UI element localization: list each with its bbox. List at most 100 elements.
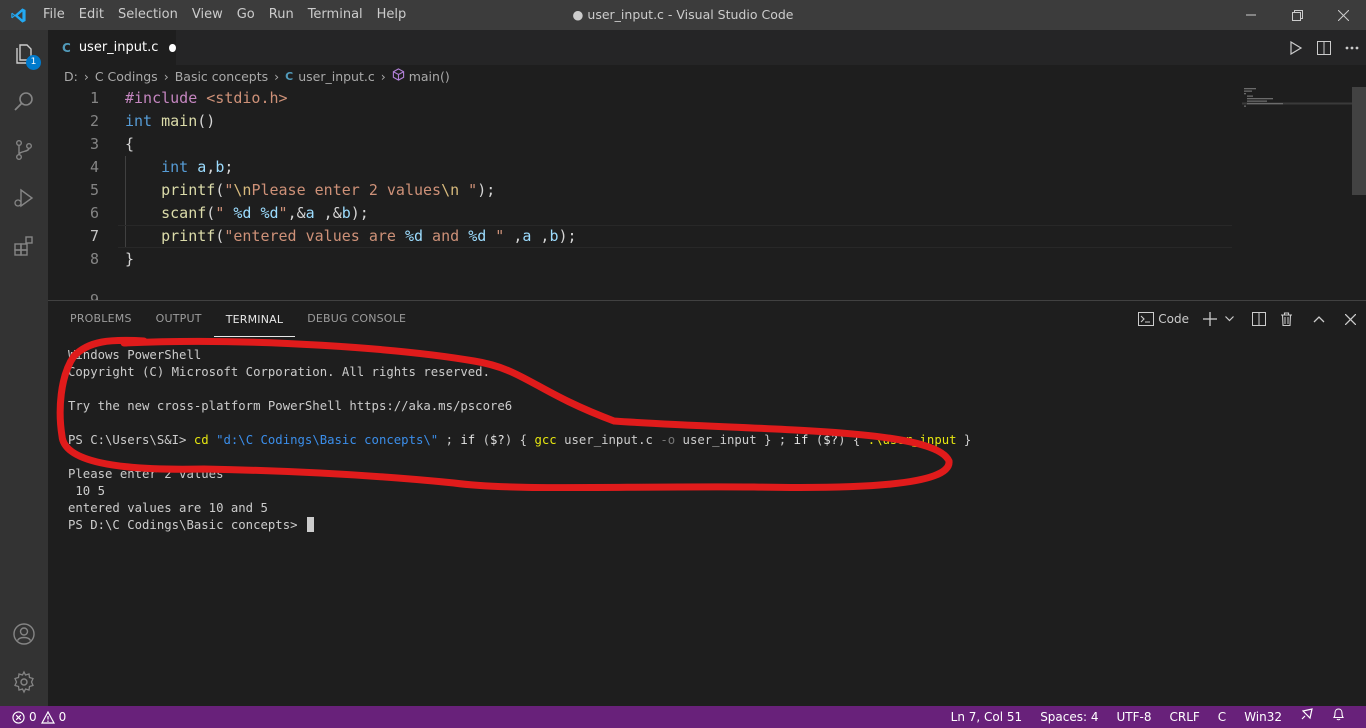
tab-problems[interactable]: PROBLEMS bbox=[58, 301, 144, 337]
breadcrumb-symbol[interactable]: main() bbox=[409, 69, 450, 84]
c-file-icon: C bbox=[62, 40, 71, 55]
terminal-prompt: PS C:\Users\S&I> bbox=[68, 433, 194, 447]
notifications-button[interactable] bbox=[1323, 706, 1354, 728]
breadcrumb-subfolder[interactable]: Basic concepts bbox=[175, 69, 268, 84]
menu-file[interactable]: File bbox=[36, 0, 72, 30]
terminal-icon bbox=[1138, 312, 1155, 326]
code-line[interactable]: 6 scanf(" %d %d",&a ,&b); bbox=[48, 202, 1238, 225]
editor-actions bbox=[1282, 30, 1366, 65]
breadcrumb-file[interactable]: user_input.c bbox=[298, 69, 375, 84]
terminal-prompt-line: PS D:\C Codings\Basic concepts> bbox=[68, 517, 971, 534]
code-text: printf("entered values are %d and %d " ,… bbox=[161, 227, 577, 245]
restore-button[interactable] bbox=[1274, 0, 1320, 30]
run-code-button[interactable] bbox=[1282, 30, 1310, 65]
c-configuration[interactable]: Win32 bbox=[1235, 706, 1291, 728]
language-mode[interactable]: C bbox=[1209, 706, 1235, 728]
terminal-command-line: PS C:\Users\S&I> cd "d:\C Codings\Basic … bbox=[68, 433, 972, 447]
code-text: scanf(" %d %d",&a ,&b); bbox=[161, 204, 369, 222]
minimap[interactable] bbox=[1242, 87, 1352, 300]
unsaved-dot-icon[interactable] bbox=[169, 43, 176, 52]
terminal-line: Windows PowerShell bbox=[68, 348, 202, 362]
terminal-line: Please enter 2 values bbox=[68, 467, 224, 481]
line-number: 9 bbox=[89, 291, 99, 300]
file-encoding[interactable]: UTF-8 bbox=[1108, 706, 1161, 728]
terminal-dropdown-button[interactable] bbox=[1221, 301, 1238, 337]
cursor-position[interactable]: Ln 7, Col 51 bbox=[942, 706, 1032, 728]
new-terminal-button[interactable] bbox=[1199, 301, 1221, 337]
code-line[interactable]: 2 int main() bbox=[48, 110, 1238, 133]
menu-go[interactable]: Go bbox=[230, 0, 262, 30]
code-text: int main() bbox=[125, 112, 216, 130]
menu-selection[interactable]: Selection bbox=[111, 0, 185, 30]
close-window-button[interactable] bbox=[1320, 0, 1366, 30]
code-editor[interactable]: 1 #include <stdio.h> 2 int main() 3 { 4 … bbox=[48, 87, 1366, 300]
kill-terminal-button[interactable] bbox=[1276, 301, 1297, 337]
tab-output[interactable]: OUTPUT bbox=[144, 301, 214, 337]
minimize-button[interactable] bbox=[1228, 0, 1274, 30]
tab-user-input-c[interactable]: C user_input.c bbox=[48, 30, 176, 65]
code-line[interactable]: 5 printf("\nPlease enter 2 values\n "); bbox=[48, 179, 1238, 202]
search-icon bbox=[14, 92, 33, 111]
vscode-window: File Edit Selection View Go Run Terminal… bbox=[0, 0, 1366, 728]
source-control-button[interactable] bbox=[0, 126, 48, 174]
close-icon bbox=[1337, 9, 1349, 21]
status-bar: 0 0 Ln 7, Col 51 Spaces: 4 UTF-8 CRLF C … bbox=[0, 706, 1366, 728]
menu-view[interactable]: View bbox=[185, 0, 230, 30]
menu-terminal[interactable]: Terminal bbox=[301, 0, 370, 30]
accounts-button[interactable] bbox=[0, 610, 48, 658]
extensions-button[interactable] bbox=[0, 222, 48, 270]
error-count: 0 bbox=[29, 710, 37, 724]
search-button[interactable] bbox=[0, 78, 48, 126]
code-line[interactable]: 4 int a,b; bbox=[48, 156, 1238, 179]
code-text: int a,b; bbox=[161, 158, 234, 176]
indentation[interactable]: Spaces: 4 bbox=[1031, 706, 1107, 728]
bottom-panel: PROBLEMS OUTPUT TERMINAL DEBUG CONSOLE C… bbox=[48, 300, 1366, 706]
trash-icon bbox=[1281, 312, 1292, 326]
terminal-output[interactable]: Windows PowerShell Copyright (C) Microso… bbox=[68, 347, 971, 534]
code-line[interactable]: 3 { bbox=[48, 133, 1238, 156]
account-icon bbox=[13, 623, 35, 645]
more-actions-button[interactable] bbox=[1338, 30, 1366, 65]
problems-status[interactable]: 0 0 bbox=[12, 706, 66, 728]
explorer-button[interactable]: 1 bbox=[0, 30, 48, 78]
breadcrumb-folder[interactable]: C Codings bbox=[95, 69, 158, 84]
panel-tabs: PROBLEMS OUTPUT TERMINAL DEBUG CONSOLE bbox=[48, 301, 418, 337]
maximize-panel-button[interactable] bbox=[1309, 301, 1329, 337]
terminal-selector[interactable]: Code bbox=[1134, 301, 1193, 337]
play-icon bbox=[1290, 40, 1303, 55]
chevron-up-icon bbox=[1313, 316, 1325, 323]
editor-scrollbar[interactable] bbox=[1352, 87, 1366, 195]
code-line[interactable]: 1 #include <stdio.h> bbox=[48, 87, 1238, 110]
code-line[interactable]: 9 bbox=[48, 289, 1238, 300]
breadcrumb-drive[interactable]: D: bbox=[64, 69, 78, 84]
symbol-method-icon bbox=[392, 68, 405, 84]
split-editor-button[interactable] bbox=[1310, 30, 1338, 65]
run-debug-button[interactable] bbox=[0, 174, 48, 222]
line-number: 8 bbox=[89, 250, 99, 268]
menu-edit[interactable]: Edit bbox=[72, 0, 111, 30]
activity-bar: 1 bbox=[0, 30, 48, 706]
terminal-line: 10 5 bbox=[68, 484, 106, 498]
feedback-button[interactable] bbox=[1291, 706, 1323, 728]
breadcrumb: D: › C Codings › Basic concepts › C user… bbox=[48, 65, 1366, 87]
code-line-current[interactable]: 7 printf("entered values are %d and %d "… bbox=[48, 225, 1238, 248]
menu-help[interactable]: Help bbox=[370, 0, 414, 30]
end-of-line[interactable]: CRLF bbox=[1160, 706, 1208, 728]
tab-debug-console[interactable]: DEBUG CONSOLE bbox=[295, 301, 418, 337]
menu-run[interactable]: Run bbox=[262, 0, 301, 30]
manage-button[interactable] bbox=[0, 658, 48, 706]
minimize-icon bbox=[1246, 14, 1256, 16]
line-number: 2 bbox=[89, 112, 99, 130]
source-control-icon bbox=[15, 140, 32, 161]
terminal-prompt: PS D:\C Codings\Basic concepts> bbox=[68, 518, 305, 532]
close-panel-button[interactable] bbox=[1341, 301, 1360, 337]
explorer-badge: 1 bbox=[26, 55, 41, 70]
tab-terminal[interactable]: TERMINAL bbox=[213, 302, 296, 337]
chevron-right-icon: › bbox=[380, 68, 386, 84]
split-terminal-button[interactable] bbox=[1248, 301, 1270, 337]
chevron-right-icon: › bbox=[83, 68, 89, 84]
code-line[interactable]: 8 } bbox=[48, 248, 1238, 271]
menu-bar: File Edit Selection View Go Run Terminal… bbox=[36, 0, 413, 30]
